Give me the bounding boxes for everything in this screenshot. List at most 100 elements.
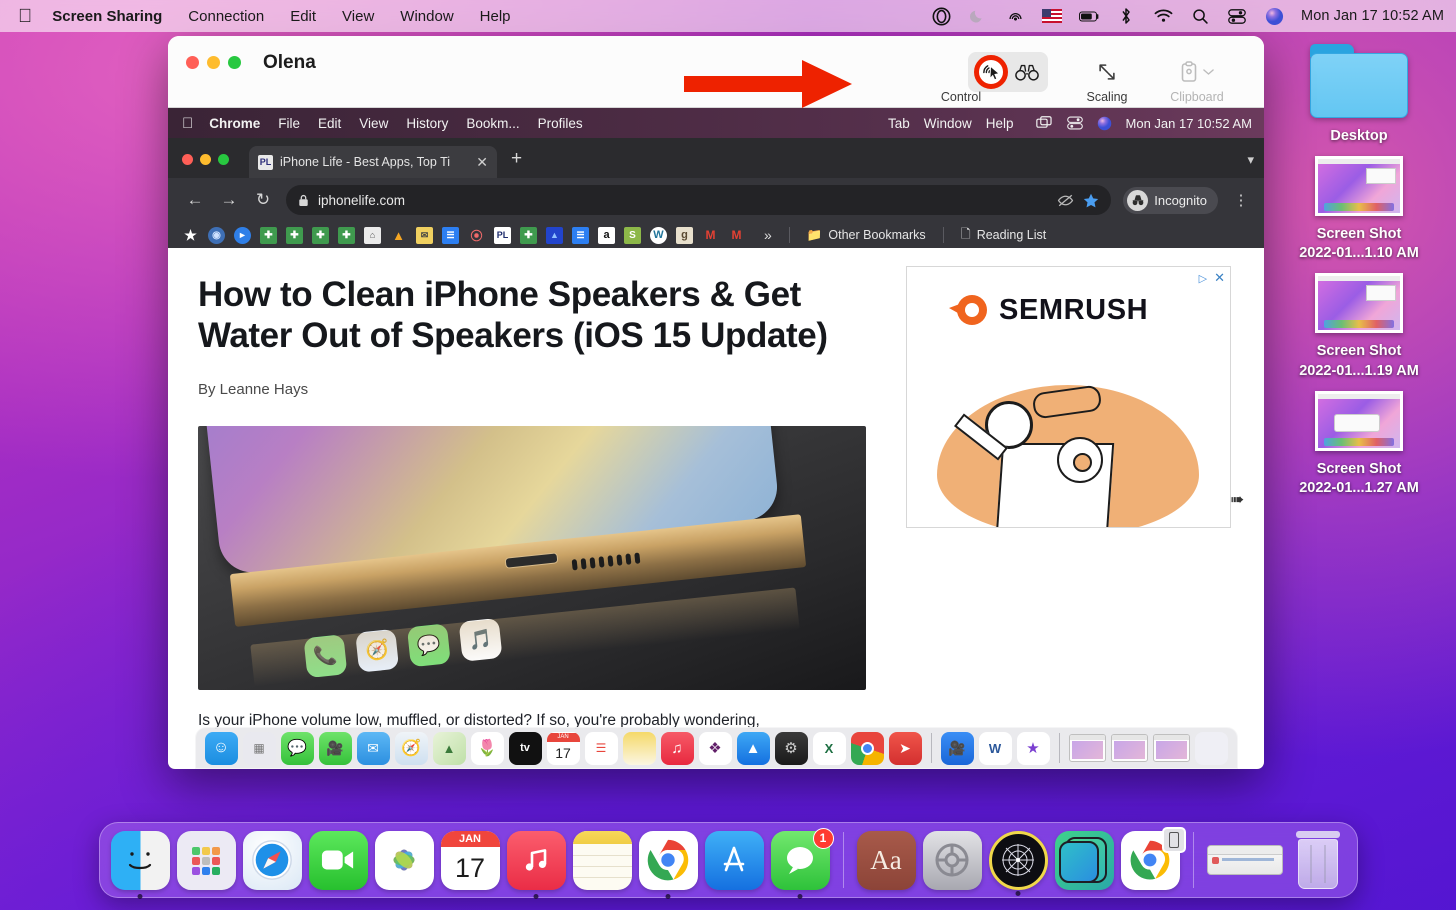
- ad-close-icon[interactable]: ✕: [1214, 270, 1225, 286]
- menu-item-view[interactable]: View: [342, 8, 374, 25]
- menu-app-name[interactable]: Screen Sharing: [52, 8, 162, 25]
- tab-close-icon[interactable]: ✕: [476, 154, 488, 171]
- desktop-file-item[interactable]: Screen Shot 2022-01...1.27 AM: [1276, 390, 1442, 498]
- new-tab-button[interactable]: +: [511, 148, 522, 170]
- minimize-window-button[interactable]: [207, 56, 220, 69]
- dock-launchpad-icon[interactable]: [176, 830, 236, 890]
- apple-logo-icon[interactable]: : [18, 7, 32, 26]
- bookmark-docs-icon[interactable]: ☰: [442, 226, 459, 244]
- remote-menu-profiles[interactable]: Profiles: [538, 116, 583, 131]
- dock-facetime-icon[interactable]: 🎥: [318, 731, 352, 765]
- dock-minimized-window[interactable]: [1110, 734, 1148, 762]
- bookmark-mail-envelope-icon[interactable]: ✉: [416, 226, 433, 244]
- control-center-icon[interactable]: [1066, 116, 1083, 130]
- desktop-file-item[interactable]: Screen Shot 2022-01...1.19 AM: [1276, 273, 1442, 380]
- bookmark-cross-icon[interactable]: ✚: [338, 226, 355, 244]
- dock-minimized-window[interactable]: [1068, 734, 1106, 762]
- dock-messages-icon[interactable]: 1: [770, 827, 834, 899]
- tab-search-chevron-down-icon[interactable]: ▾: [1247, 152, 1254, 168]
- dock-trash-icon[interactable]: [1290, 831, 1346, 889]
- reading-list-button[interactable]: 🗋 Reading List: [961, 225, 1047, 246]
- menu-bar-clock[interactable]: Mon Jan 17 10:52 AM: [1301, 8, 1444, 24]
- record-target-icon[interactable]: [931, 6, 951, 26]
- incognito-profile-chip[interactable]: Incognito: [1123, 186, 1218, 214]
- dock-music-icon[interactable]: [506, 830, 566, 899]
- bookmark-docs-icon[interactable]: ☰: [572, 226, 589, 244]
- menu-item-help[interactable]: Help: [480, 8, 511, 25]
- chrome-minimize-button[interactable]: [200, 154, 211, 165]
- desktop-file-item[interactable]: Screen Shot 2022-01...1.10 AM: [1276, 156, 1442, 263]
- dock-appletv-icon[interactable]: tv: [508, 731, 542, 765]
- remote-menu-app-name[interactable]: Chrome: [209, 116, 260, 131]
- remote-menu-window[interactable]: Window: [924, 116, 972, 131]
- dock-notes-icon[interactable]: [572, 830, 632, 890]
- remote-menu-bookmarks[interactable]: Bookm...: [466, 116, 519, 131]
- remote-menu-view[interactable]: View: [359, 116, 388, 131]
- dock-word-icon[interactable]: W: [978, 731, 1012, 765]
- dock-maps-icon[interactable]: ▲: [432, 731, 466, 765]
- dock-messages-icon[interactable]: 💬: [280, 731, 314, 765]
- bookmark-cross-icon[interactable]: ✚: [260, 226, 277, 244]
- eye-slash-icon[interactable]: [1057, 194, 1074, 207]
- dock-chrome-icon[interactable]: [638, 830, 698, 899]
- remote-screen-view[interactable]:  Chrome File Edit View History Bookm...…: [168, 108, 1264, 769]
- dock-system-preferences-icon[interactable]: ⚙: [774, 731, 808, 765]
- forward-arrow-right-icon[interactable]: →: [218, 190, 240, 210]
- menu-item-edit[interactable]: Edit: [290, 8, 316, 25]
- bookmark-goodreads-icon[interactable]: g: [676, 226, 693, 244]
- back-arrow-left-icon[interactable]: ←: [184, 190, 206, 210]
- dock-zoom-icon[interactable]: 🎥: [940, 731, 974, 765]
- control-center-icon[interactable]: [1227, 6, 1247, 26]
- control-button[interactable]: [974, 55, 1008, 89]
- bookmark-analytics-blue-icon[interactable]: ▲: [546, 226, 563, 244]
- dock-notes-icon[interactable]: [622, 731, 656, 765]
- dock-mail-icon[interactable]: ✉: [356, 731, 390, 765]
- bookmark-wordpress-icon[interactable]: W: [650, 226, 667, 244]
- dock-finder-icon[interactable]: ☺: [204, 731, 238, 765]
- bookmarks-overflow-double-chevron-icon[interactable]: »: [764, 227, 772, 243]
- dock-excel-icon[interactable]: X: [812, 731, 846, 765]
- dock-imovie-icon[interactable]: ★: [1016, 731, 1050, 765]
- bookmark-star-filled-icon[interactable]: [1083, 193, 1099, 208]
- bookmark-store-icon[interactable]: ⌂: [364, 226, 381, 244]
- battery-icon[interactable]: [1079, 6, 1099, 26]
- chrome-maximize-button[interactable]: [218, 154, 229, 165]
- other-bookmarks-button[interactable]: 📁 Other Bookmarks: [807, 228, 926, 243]
- bookmark-cross-icon[interactable]: ✚: [520, 226, 537, 244]
- chrome-three-dot-menu-icon[interactable]: ⋮: [1230, 191, 1252, 209]
- close-window-button[interactable]: [186, 56, 199, 69]
- remote-menu-clock[interactable]: Mon Jan 17 10:52 AM: [1126, 116, 1252, 131]
- semrush-advertisement[interactable]: ▷ ✕ SEMRUSH: [906, 266, 1231, 528]
- dock-photos-icon[interactable]: [374, 830, 434, 890]
- dock-appstore-icon[interactable]: ▲: [736, 731, 770, 765]
- menu-item-connection[interactable]: Connection: [188, 8, 264, 25]
- remote-menu-help[interactable]: Help: [986, 116, 1014, 131]
- remote-menu-file[interactable]: File: [278, 116, 300, 131]
- dock-facetime-icon[interactable]: [308, 830, 368, 890]
- dock-safari-icon[interactable]: 🧭: [394, 731, 428, 765]
- screen-mirroring-icon[interactable]: [1035, 116, 1053, 130]
- bookmark-gmail-icon[interactable]: M: [702, 227, 719, 244]
- dock-minimized-window-thumbnail[interactable]: [1206, 845, 1283, 875]
- bookmark-shopify-icon[interactable]: S: [624, 226, 641, 244]
- bookmark-analytics-bars-icon[interactable]: ▲: [390, 227, 407, 244]
- remote-menu-tab[interactable]: Tab: [888, 116, 910, 131]
- chrome-close-button[interactable]: [182, 154, 193, 165]
- bookmark-amazon-icon[interactable]: a: [598, 226, 615, 244]
- bookmark-video-icon[interactable]: ►: [234, 226, 251, 244]
- dock-dictionary-icon[interactable]: Aa: [856, 830, 916, 890]
- search-icon[interactable]: [1190, 6, 1210, 26]
- dock-chrome-icon[interactable]: [850, 731, 884, 765]
- dock-screen-sharing-icon[interactable]: [988, 830, 1048, 896]
- apple-logo-icon[interactable]: : [182, 115, 193, 132]
- bookmark-asana-dots-icon[interactable]: ⦿: [468, 227, 485, 244]
- bookmark-star-icon[interactable]: ★: [182, 227, 199, 244]
- adchoices-icon[interactable]: ▷: [1199, 272, 1207, 285]
- wifi-icon[interactable]: [1153, 6, 1173, 26]
- observe-button[interactable]: [1012, 59, 1042, 85]
- us-flag-icon[interactable]: [1042, 6, 1063, 26]
- dock-calendar-icon[interactable]: JAN 17: [440, 830, 500, 890]
- bookmark-pl-logo-icon[interactable]: PL: [494, 226, 511, 244]
- maximize-window-button[interactable]: [228, 56, 241, 69]
- dock-sim-toolkit-icon[interactable]: [1054, 830, 1114, 890]
